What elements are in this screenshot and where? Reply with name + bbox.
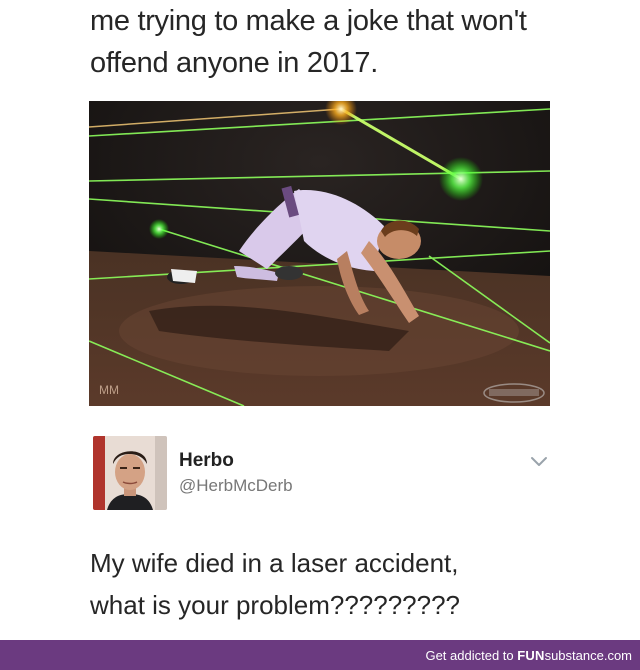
avatar[interactable] (93, 436, 167, 510)
tweet-author-handle[interactable]: @HerbMcDerb (179, 476, 293, 496)
footer-credit[interactable]: Get addicted to FUNsubstance.com (425, 648, 632, 663)
footer-bar: Get addicted to FUNsubstance.com (0, 640, 640, 670)
caption-line-2: offend anyone in 2017. (90, 47, 378, 79)
caption-line-1: me trying to make a joke that won't (90, 5, 527, 37)
image-watermark-left: MM (99, 383, 119, 397)
tweet-author-name[interactable]: Herbo (179, 450, 234, 472)
footer-brand-bold: FUN (517, 648, 545, 663)
tweet-text: My wife died in a laser accident, what i… (90, 542, 590, 626)
footer-prefix: Get addicted to (425, 648, 518, 663)
laser-maze-photo: MM (89, 101, 550, 406)
footer-brand-rest: substance (544, 648, 604, 663)
footer-domain: .com (603, 648, 632, 663)
tweet-text-line-2: what is your problem????????? (90, 590, 461, 620)
tweet-text-line-1: My wife died in a laser accident, (90, 548, 459, 578)
chevron-down-icon[interactable] (528, 452, 550, 470)
meme-caption: me trying to make a joke that won't offe… (90, 0, 570, 84)
